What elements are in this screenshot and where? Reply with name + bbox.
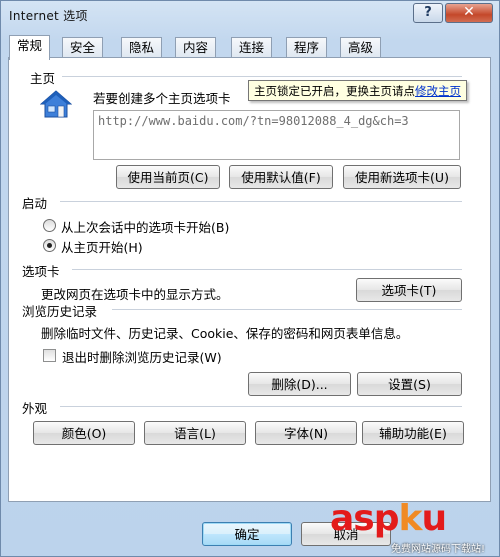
- use-new-tab-button[interactable]: 使用新选项卡(U): [343, 165, 461, 189]
- tab-security[interactable]: 安全: [62, 37, 104, 59]
- startup-last-session-radio[interactable]: [43, 219, 56, 232]
- window-title: Internet 选项: [9, 9, 88, 23]
- homepage-divider: [62, 76, 462, 77]
- tabs-settings-button[interactable]: 选项卡(T): [356, 278, 462, 302]
- startup-homepage-label: 从主页开始(H): [61, 240, 143, 255]
- aspku-logo: aspku: [330, 498, 447, 539]
- homepage-url-text: http://www.baidu.com/?tn=98012088_4_dg&c…: [98, 114, 409, 128]
- help-icon: ?: [424, 5, 432, 20]
- accessibility-button[interactable]: 辅助功能(E): [362, 421, 464, 445]
- colors-button[interactable]: 颜色(O): [33, 421, 135, 445]
- startup-homepage-radio[interactable]: [43, 239, 56, 252]
- languages-button[interactable]: 语言(L): [144, 421, 246, 445]
- tab-connections[interactable]: 连接: [231, 37, 273, 59]
- tab-content[interactable]: 内容: [175, 37, 217, 59]
- delete-history-button[interactable]: 删除(D)...: [248, 372, 351, 396]
- tab-advanced[interactable]: 高级: [340, 37, 382, 59]
- history-divider: [112, 309, 462, 310]
- title-bar[interactable]: Internet 选项 ? ✕: [1, 1, 499, 29]
- use-current-button[interactable]: 使用当前页(C): [116, 165, 220, 189]
- tab-privacy[interactable]: 隐私: [121, 37, 163, 59]
- close-button[interactable]: ✕: [445, 3, 493, 23]
- homepage-lock-tooltip: 主页锁定已开启，更换主页请点修改主页: [248, 80, 467, 101]
- fonts-button[interactable]: 字体(N): [255, 421, 357, 445]
- history-description: 删除临时文件、历史记录、Cookie、保存的密码和网页表单信息。: [41, 326, 409, 341]
- modify-homepage-link[interactable]: 修改主页: [415, 84, 461, 98]
- homepage-prompt: 若要创建多个主页选项卡: [93, 91, 231, 106]
- house-icon: [40, 90, 72, 118]
- close-icon: ✕: [463, 4, 475, 20]
- history-section-label: 浏览历史记录: [22, 304, 98, 319]
- aspku-tagline: 免费网站源码下载站!: [391, 544, 486, 555]
- appearance-section-label: 外观: [22, 401, 48, 416]
- tab-general[interactable]: 常规: [9, 35, 51, 60]
- homepage-section-label: 主页: [30, 71, 56, 86]
- help-button[interactable]: ?: [413, 3, 443, 23]
- tab-programs[interactable]: 程序: [286, 37, 328, 59]
- ok-button[interactable]: 确定: [202, 522, 292, 546]
- delete-on-exit-checkbox[interactable]: [43, 349, 56, 362]
- tooltip-text: 主页锁定已开启，更换主页请点: [254, 84, 415, 98]
- homepage-url-textarea[interactable]: http://www.baidu.com/?tn=98012088_4_dg&c…: [93, 110, 460, 160]
- tabs-section-label: 选项卡: [22, 264, 60, 279]
- history-settings-button[interactable]: 设置(S): [357, 372, 462, 396]
- startup-divider: [60, 201, 462, 202]
- delete-on-exit-label: 退出时删除浏览历史记录(W): [62, 350, 222, 365]
- use-default-button[interactable]: 使用默认值(F): [229, 165, 333, 189]
- tabs-divider: [72, 269, 462, 270]
- appearance-divider: [60, 406, 462, 407]
- startup-last-session-label: 从上次会话中的选项卡开始(B): [61, 220, 230, 235]
- startup-section-label: 启动: [22, 196, 48, 211]
